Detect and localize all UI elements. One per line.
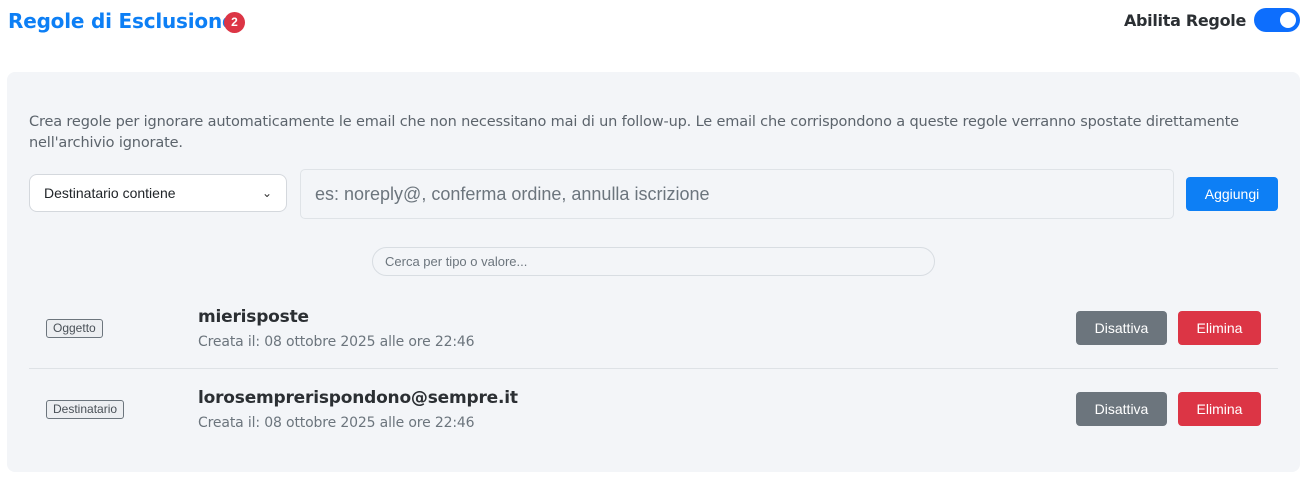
rule-row: Destinatario lorosemprerispondono@sempre…	[29, 369, 1278, 449]
rule-type-badge: Destinatario	[46, 400, 125, 419]
chevron-down-icon: ⌄	[261, 186, 272, 200]
rules-panel: Crea regole per ignorare automaticamente…	[7, 72, 1300, 472]
rule-value-input[interactable]	[300, 169, 1174, 219]
enable-rules-toggle[interactable]	[1254, 8, 1300, 32]
deactivate-rule-button[interactable]: Disattiva	[1076, 311, 1167, 345]
rules-description: Crea regole per ignorare automaticamente…	[29, 114, 1239, 151]
exclusion-rules-page: Regole di Esclusione 2 Abilita Regole Cr…	[0, 0, 1308, 481]
rule-value: mierisposte	[198, 307, 309, 327]
rule-row: Oggetto mierisposte Creata il: 08 ottobr…	[29, 288, 1278, 369]
search-rules-input[interactable]	[372, 247, 935, 276]
rule-type-badge: Oggetto	[46, 319, 103, 338]
rule-value: lorosemprerispondono@sempre.it	[198, 388, 518, 408]
rule-created-date: Creata il: 08 ottobre 2025 alle ore 22:4…	[198, 415, 475, 431]
add-rule-button[interactable]: Aggiungi	[1186, 177, 1278, 211]
delete-rule-button[interactable]: Elimina	[1178, 311, 1261, 345]
rule-created-date: Creata il: 08 ottobre 2025 alle ore 22:4…	[198, 334, 475, 350]
rule-type-selected-value: Destinatario contiene	[44, 185, 176, 201]
page-title: Regole di Esclusione	[8, 9, 236, 33]
rule-type-select[interactable]: Destinatario contiene ⌄	[29, 174, 287, 212]
delete-rule-button[interactable]: Elimina	[1178, 392, 1261, 426]
deactivate-rule-button[interactable]: Disattiva	[1076, 392, 1167, 426]
rules-count-badge: 2	[224, 12, 245, 33]
enable-rules-toggle-group: Abilita Regole	[1124, 8, 1300, 32]
enable-rules-label: Abilita Regole	[1123, 10, 1246, 30]
toggle-knob	[1280, 12, 1296, 28]
header: Regole di Esclusione 2 Abilita Regole	[0, 0, 1308, 44]
